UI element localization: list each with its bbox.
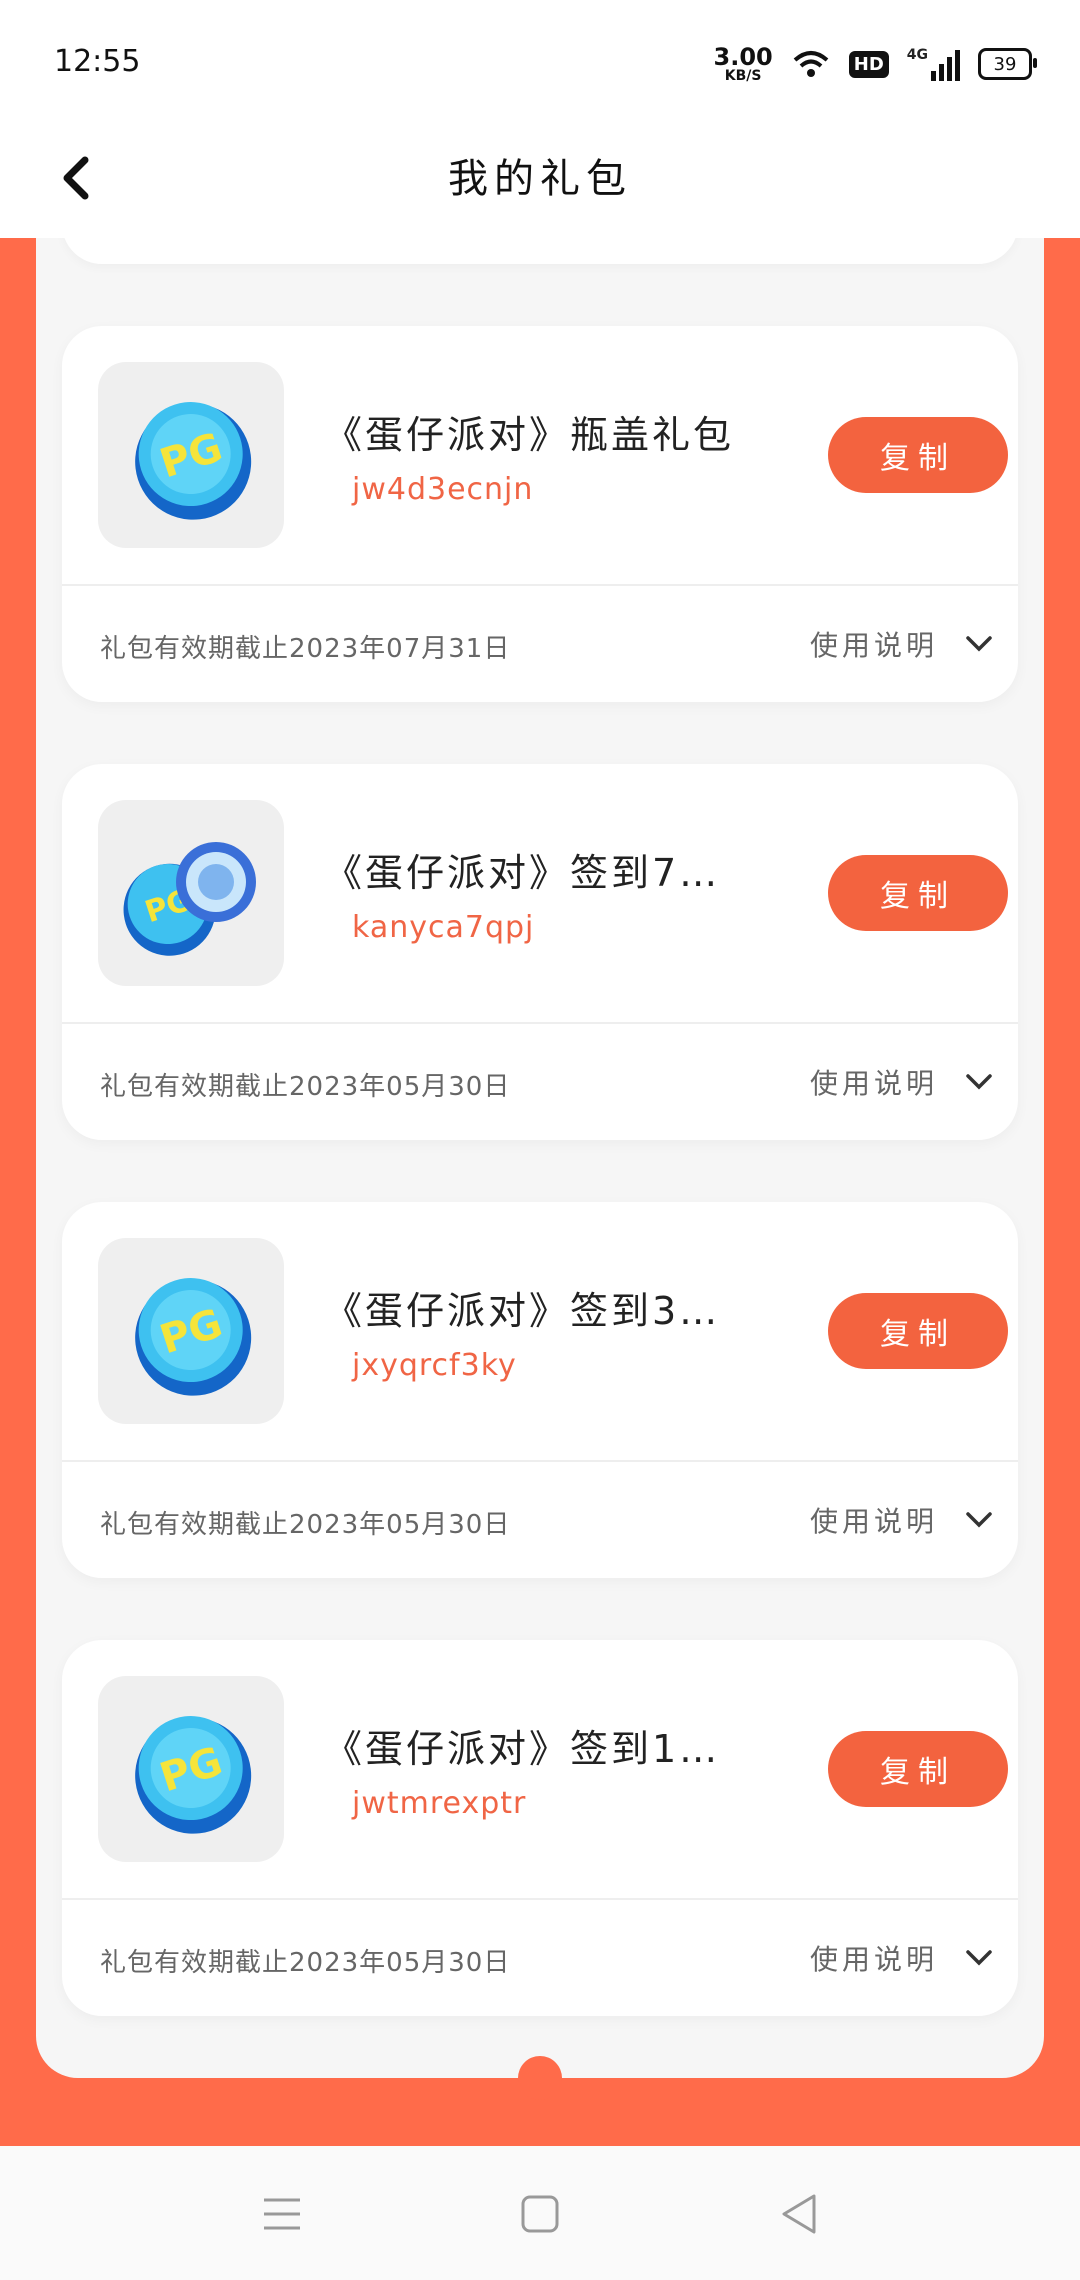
gift-card-header: PG 《蛋仔派对》签到1… jwtmrexptr 复制 <box>62 1640 1018 1898</box>
usage-toggle[interactable]: 使用说明 <box>810 624 992 664</box>
copy-button[interactable]: 复制 <box>828 417 1008 493</box>
usage-label: 使用说明 <box>810 1505 939 1538</box>
status-bar: 12:55 3.00 KB/S HD 4G 39 <box>0 0 1080 120</box>
gift-expiry: 礼包有效期截止2023年07月31日 <box>100 634 511 664</box>
gift-card: PG 《蛋仔派对》签到7… kanyca7qpj 复制 礼包有效期截止2023年… <box>62 764 1018 1140</box>
gift-card-footer: 礼包有效期截止2023年05月30日 使用说明 <box>62 1024 1018 1140</box>
status-time: 12:55 <box>54 44 141 79</box>
bottle-cap-and-orb-icon: PG <box>98 800 284 986</box>
title-bar: 我的礼包 <box>0 120 1080 238</box>
menu-icon <box>264 2198 300 2230</box>
cellular-icon: 4G <box>907 47 960 81</box>
page-title: 我的礼包 <box>448 156 632 202</box>
copy-button[interactable]: 复制 <box>828 1293 1008 1369</box>
gift-expiry: 礼包有效期截止2023年05月30日 <box>100 1510 511 1540</box>
gift-code: jxyqrcf3ky <box>352 1348 517 1383</box>
hd-badge: HD <box>848 50 889 78</box>
system-nav-bar <box>0 2146 1080 2280</box>
battery-icon: 39 <box>978 48 1037 80</box>
menu-button[interactable] <box>254 2186 310 2242</box>
bottle-cap-icon: PG <box>98 1676 284 1862</box>
gift-card-footer: 礼包有效期截止2023年05月30日 使用说明 <box>62 1900 1018 2016</box>
usage-toggle[interactable]: 使用说明 <box>810 1500 992 1540</box>
usage-toggle[interactable]: 使用说明 <box>810 1938 992 1978</box>
gift-title: 《蛋仔派对》瓶盖礼包 <box>324 413 735 457</box>
square-icon <box>521 2195 559 2233</box>
usage-label: 使用说明 <box>810 1067 939 1100</box>
triangle-back-icon <box>782 2194 816 2234</box>
gift-card-header: PG 《蛋仔派对》签到7… kanyca7qpj 复制 <box>62 764 1018 1022</box>
gift-card-header: PG 《蛋仔派对》签到3… jxyqrcf3ky 复制 <box>62 1202 1018 1460</box>
bottle-cap-icon: PG <box>98 362 284 548</box>
network-speed-unit: KB/S <box>724 68 762 84</box>
back-nav-button[interactable] <box>770 2186 826 2242</box>
network-speed-value: 3.00 <box>713 43 773 71</box>
previous-card-partial <box>62 238 1018 264</box>
gift-card: PG 《蛋仔派对》瓶盖礼包 jw4d3ecnjn 复制 礼包有效期截止2023年… <box>62 326 1018 702</box>
gift-list-frame: PG 《蛋仔派对》瓶盖礼包 jw4d3ecnjn 复制 礼包有效期截止2023年… <box>0 238 1080 2146</box>
chevron-down-icon <box>966 636 992 652</box>
usage-label: 使用说明 <box>810 629 939 662</box>
usage-label: 使用说明 <box>810 1943 939 1976</box>
chevron-down-icon <box>966 1074 992 1090</box>
gift-card: PG 《蛋仔派对》签到3… jxyqrcf3ky 复制 礼包有效期截止2023年… <box>62 1202 1018 1578</box>
gift-title: 《蛋仔派对》签到1… <box>324 1727 721 1771</box>
gift-card-footer: 礼包有效期截止2023年07月31日 使用说明 <box>62 586 1018 702</box>
battery-level: 39 <box>993 53 1017 75</box>
gift-card-footer: 礼包有效期截止2023年05月30日 使用说明 <box>62 1462 1018 1578</box>
chevron-down-icon <box>966 1512 992 1528</box>
gift-code: kanyca7qpj <box>352 910 535 945</box>
gift-expiry: 礼包有效期截止2023年05月30日 <box>100 1072 511 1102</box>
network-speed: 3.00 KB/S <box>714 45 773 83</box>
copy-button[interactable]: 复制 <box>828 855 1008 931</box>
bottle-cap-icon: PG <box>98 1238 284 1424</box>
gift-card-header: PG 《蛋仔派对》瓶盖礼包 jw4d3ecnjn 复制 <box>62 326 1018 584</box>
gift-title: 《蛋仔派对》签到7… <box>324 851 721 895</box>
gift-expiry: 礼包有效期截止2023年05月30日 <box>100 1948 511 1978</box>
gift-code: jwtmrexptr <box>352 1786 527 1821</box>
status-icons: 3.00 KB/S HD 4G 39 <box>714 44 1037 84</box>
gift-title: 《蛋仔派对》签到3… <box>324 1289 721 1333</box>
scroll-indicator-dot <box>518 2056 562 2100</box>
gift-code: jw4d3ecnjn <box>352 472 534 507</box>
gift-card: PG 《蛋仔派对》签到1… jwtmrexptr 复制 礼包有效期截止2023年… <box>62 1640 1018 2016</box>
gift-list[interactable]: PG 《蛋仔派对》瓶盖礼包 jw4d3ecnjn 复制 礼包有效期截止2023年… <box>36 238 1044 2078</box>
home-button[interactable] <box>512 2186 568 2242</box>
copy-button[interactable]: 复制 <box>828 1731 1008 1807</box>
usage-toggle[interactable]: 使用说明 <box>810 1062 992 1102</box>
wifi-icon <box>793 51 829 77</box>
chevron-down-icon <box>966 1950 992 1966</box>
network-type: 4G <box>906 47 928 63</box>
